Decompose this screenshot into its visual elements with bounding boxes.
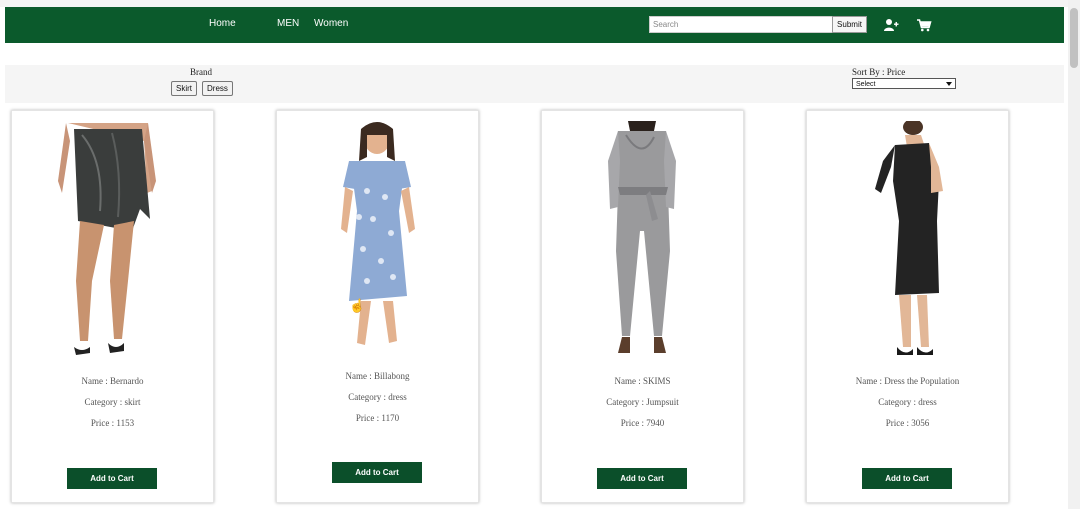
product-name: Name : Dress the Population xyxy=(855,376,960,386)
product-image-dress xyxy=(875,121,943,355)
brand-filter-title: Brand xyxy=(190,67,212,77)
nav-men-link[interactable]: MEN xyxy=(277,18,299,29)
filter-bar: Brand Skirt Dress Sort By : Price Select xyxy=(5,65,1064,103)
browser-top-strip xyxy=(0,0,1080,7)
hand-cursor-icon: ☝ xyxy=(349,298,366,313)
nav-home-link[interactable]: Home xyxy=(209,18,236,29)
sort-selected-value: Select xyxy=(856,81,876,88)
navbar: Home MEN Women Submit xyxy=(5,7,1064,43)
product-price: Price : 3056 xyxy=(885,418,930,428)
add-to-cart-button[interactable]: Add to Cart xyxy=(862,468,952,489)
product-name: Name : Billabong xyxy=(345,371,410,381)
search-input[interactable] xyxy=(649,16,838,33)
product-category: Category : skirt xyxy=(84,397,141,407)
product-card: Name : Bernardo Category : skirt Price :… xyxy=(11,110,214,503)
add-to-cart-button[interactable]: Add to Cart xyxy=(67,468,157,489)
add-user-icon[interactable] xyxy=(883,17,899,33)
product-price: Price : 1170 xyxy=(355,413,400,423)
product-image-jumpsuit xyxy=(608,121,676,353)
product-category: Category : dress xyxy=(348,392,407,402)
product-category: Category : dress xyxy=(878,397,937,407)
sort-select[interactable]: Select xyxy=(852,78,956,89)
brand-dress-button[interactable]: Dress xyxy=(202,81,233,96)
product-category: Category : Jumpsuit xyxy=(606,397,679,407)
page-scrollbar[interactable] xyxy=(1068,0,1080,509)
product-price: Price : 7940 xyxy=(620,418,665,428)
product-image-skirt xyxy=(58,123,156,355)
add-to-cart-button[interactable]: Add to Cart xyxy=(332,462,422,483)
chevron-down-icon xyxy=(946,82,952,86)
product-image-dress xyxy=(341,122,415,345)
nav-women-link[interactable]: Women xyxy=(314,18,348,29)
submit-button[interactable]: Submit xyxy=(832,16,867,33)
product-card: Name : Dress the Population Category : d… xyxy=(806,110,1009,503)
cart-icon[interactable] xyxy=(916,17,932,33)
product-card: Name : Billabong Category : dress Price … xyxy=(276,110,479,503)
product-price: Price : 1153 xyxy=(90,418,135,428)
add-to-cart-button[interactable]: Add to Cart xyxy=(597,468,687,489)
sort-title: Sort By : Price xyxy=(852,67,906,77)
scrollbar-thumb[interactable] xyxy=(1070,8,1078,68)
product-card: Name : SKIMS Category : Jumpsuit Price :… xyxy=(541,110,744,503)
product-name: Name : Bernardo xyxy=(81,376,144,386)
brand-skirt-button[interactable]: Skirt xyxy=(171,81,197,96)
product-name: Name : SKIMS xyxy=(614,376,671,386)
